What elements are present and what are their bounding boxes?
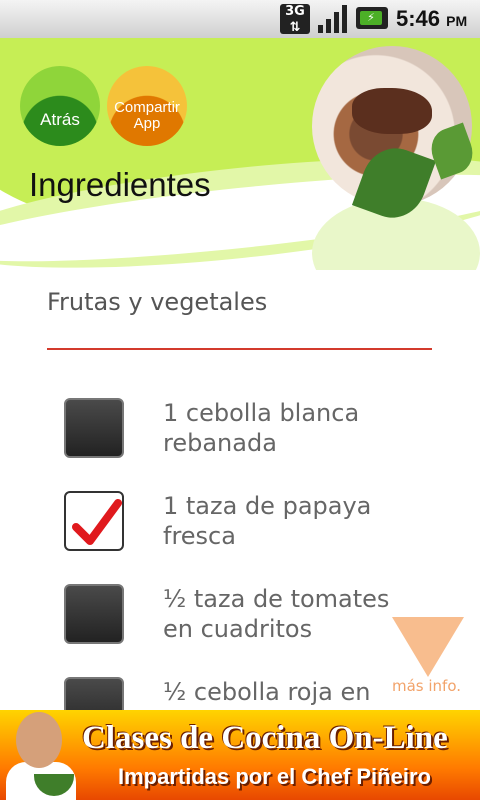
battery-charging-icon: ⚡ [356,7,388,29]
ingredient-label: 1 taza de papaya fresca [163,492,372,550]
ingredient-checkbox[interactable] [64,398,124,458]
ingredient-checkbox[interactable] [64,584,124,644]
share-app-button-label: Compartir App [114,99,180,132]
more-info-label: más info. [392,677,462,695]
status-bar: 3G ⇅ ⚡ 5:46 PM [0,0,480,39]
banner-title: Clases de Cocina On-Line [82,720,448,756]
section-divider [47,348,432,350]
back-button[interactable]: Atrás [20,66,100,146]
checkmark-icon [72,499,122,545]
signal-strength-icon [318,5,347,33]
header: Atrás Compartir App Ingredientes [0,38,480,270]
ingredient-label: ½ taza de tomates en cuadritos [163,585,390,643]
3g-network-icon: 3G ⇅ [280,4,310,35]
share-app-button[interactable]: Compartir App [107,66,187,146]
cooking-classes-banner[interactable]: Clases de Cocina On-Line Impartidas por … [0,710,480,800]
page-title: Ingredientes [29,166,211,203]
banner-subtitle: Impartidas por el Chef Piñeiro [118,764,431,789]
status-time: 5:46 PM [396,6,468,31]
food-photo [312,38,480,270]
more-info-button[interactable]: más info. [392,617,464,701]
ingredient-checkbox-checked[interactable] [64,491,124,551]
back-button-label: Atrás [40,110,80,129]
down-arrow-icon [392,617,464,677]
ingredient-label: 1 cebolla blanca rebanada [163,399,360,457]
ingredient-label: ½ cebolla roja en [163,678,371,706]
chef-photo [6,712,76,800]
section-title: Frutas y vegetales [47,288,268,316]
